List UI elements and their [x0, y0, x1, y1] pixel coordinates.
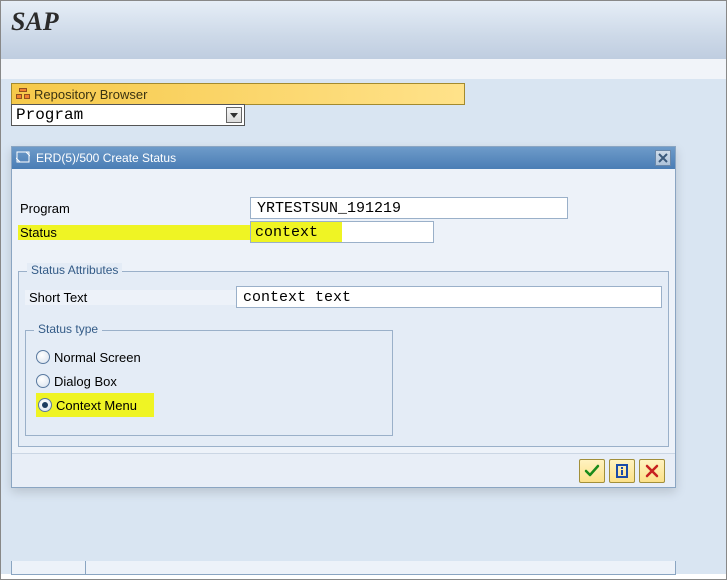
status-attributes-group: Status Attributes Short Text context tex…: [18, 271, 669, 447]
radio-context-menu[interactable]: Context Menu: [36, 393, 154, 417]
bottom-tab-strip: [11, 561, 676, 575]
chevron-down-icon[interactable]: [226, 107, 242, 123]
dialog-close-button[interactable]: [655, 150, 671, 166]
status-label: Status: [18, 225, 250, 240]
short-text-value: context text: [243, 289, 351, 306]
radio-dialog-label: Dialog Box: [54, 374, 117, 389]
program-label: Program: [18, 201, 250, 216]
radio-icon: [38, 398, 52, 412]
radio-dialog-box[interactable]: Dialog Box: [36, 369, 382, 393]
dialog-titlebar: ERD(5)/500 Create Status: [12, 147, 675, 169]
radio-context-label: Context Menu: [56, 398, 137, 413]
repository-browser-bar[interactable]: Repository Browser: [11, 83, 465, 105]
radio-normal-label: Normal Screen: [54, 350, 141, 365]
repository-browser-label: Repository Browser: [34, 87, 147, 102]
status-field[interactable]: context: [250, 221, 434, 243]
info-button[interactable]: [609, 459, 635, 483]
object-type-select[interactable]: Program: [11, 104, 245, 126]
cancel-button[interactable]: [639, 459, 665, 483]
confirm-button[interactable]: [579, 459, 605, 483]
dialog-title-text: ERD(5)/500 Create Status: [36, 151, 176, 165]
status-attributes-title: Status Attributes: [27, 263, 122, 277]
dialog-title-icon: [16, 150, 30, 167]
radio-icon: [36, 374, 50, 388]
status-type-group: Status type Normal Screen Dialog Box Con…: [25, 330, 393, 436]
program-field[interactable]: YRTESTSUN_191219: [250, 197, 568, 219]
toolbar-strip: [1, 59, 726, 79]
radio-normal-screen[interactable]: Normal Screen: [36, 345, 382, 369]
program-value: YRTESTSUN_191219: [257, 200, 401, 217]
radio-icon: [36, 350, 50, 364]
status-value: context: [255, 224, 318, 241]
short-text-field[interactable]: context text: [236, 286, 662, 308]
short-text-label: Short Text: [25, 290, 236, 305]
create-status-dialog: ERD(5)/500 Create Status Program YRTESTS…: [11, 146, 676, 488]
bottom-tab-right[interactable]: [85, 561, 676, 575]
hierarchy-icon: [16, 88, 30, 100]
sap-logo: SAP: [11, 7, 59, 37]
object-type-value: Program: [16, 106, 83, 124]
status-type-title: Status type: [34, 322, 102, 336]
bottom-tab-left[interactable]: [11, 561, 85, 575]
